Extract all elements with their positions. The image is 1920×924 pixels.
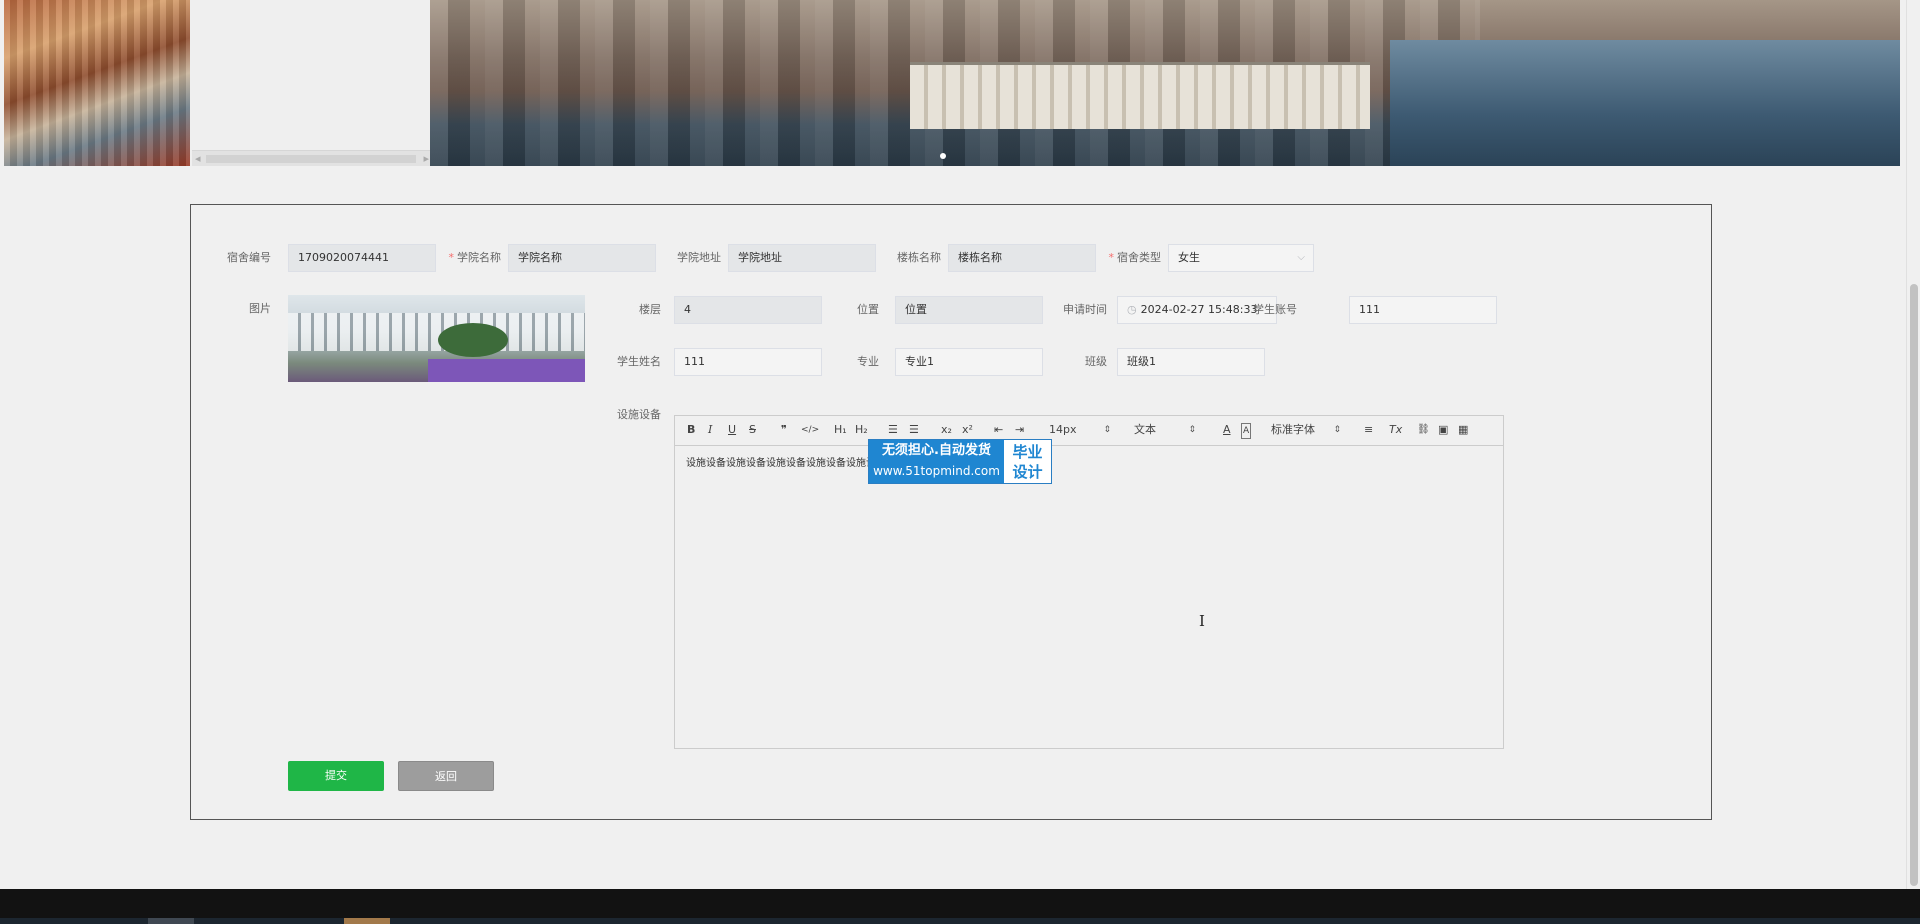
background-color-button[interactable]: A <box>1241 423 1252 439</box>
taskbar-item[interactable] <box>344 918 390 924</box>
link-button[interactable]: ⛓ <box>1417 423 1430 437</box>
floor-field[interactable]: 4 <box>674 296 822 324</box>
student-account-field[interactable]: 111 <box>1349 296 1497 324</box>
watermark-badge: 无须担心.自动发货 www.51topmind.com 毕业 设计 <box>868 439 1052 484</box>
updown-icon: ⇕ <box>1188 425 1196 435</box>
superscript-button[interactable]: x² <box>962 423 973 437</box>
location-label: 位置 <box>857 303 879 316</box>
page-scrollbar[interactable] <box>1906 0 1920 889</box>
video-button[interactable]: ▦ <box>1458 423 1468 437</box>
class-label: 班级 <box>1085 355 1107 368</box>
bullet-list-button[interactable]: ☰ <box>909 423 919 437</box>
facilities-label: 设施设备 <box>617 408 661 421</box>
os-taskbar <box>0 918 1920 924</box>
outdent-button[interactable]: ⇤ <box>994 423 1003 437</box>
picture-label: 图片 <box>249 302 271 315</box>
banner-image-left <box>4 0 190 166</box>
rich-text-editor[interactable]: B I U S ❞ </> H₁ H₂ ☰ ☰ x₂ x² ⇤ ⇥ 14px ⇕ … <box>674 415 1504 749</box>
bold-button[interactable]: B <box>687 423 695 437</box>
font-family-select[interactable]: 标准字体 ⇕ <box>1271 423 1341 437</box>
updown-icon: ⇕ <box>1103 425 1111 435</box>
strike-button[interactable]: S <box>749 423 756 437</box>
page-scrollbar-thumb[interactable] <box>1910 284 1918 886</box>
dorm-type-select[interactable]: 女生 ⌵ <box>1168 244 1314 272</box>
font-color-button[interactable]: A <box>1223 423 1231 437</box>
student-name-field[interactable]: 111 <box>674 348 822 376</box>
college-address-label: 学院地址 <box>677 251 721 264</box>
location-field[interactable]: 位置 <box>895 296 1043 324</box>
text-cursor-icon: I <box>1199 612 1205 630</box>
major-field[interactable]: 专业1 <box>895 348 1043 376</box>
updown-icon: ⇕ <box>1333 425 1341 435</box>
quote-button[interactable]: ❞ <box>781 423 787 437</box>
major-label: 专业 <box>857 355 879 368</box>
h2-button[interactable]: H₂ <box>855 423 868 437</box>
class-field[interactable]: 班级1 <box>1117 348 1265 376</box>
dorm-no-field[interactable]: 1709020074441 <box>288 244 436 272</box>
clear-format-button[interactable]: Tx <box>1389 423 1402 437</box>
top-banner: ◂ ▸ <box>4 0 1900 166</box>
editor-toolbar: B I U S ❞ </> H₁ H₂ ☰ ☰ x₂ x² ⇤ ⇥ 14px ⇕ … <box>675 416 1503 446</box>
dorm-type-label: * 宿舍类型 <box>1108 251 1162 264</box>
back-button[interactable]: 返回 <box>398 761 494 791</box>
scroll-left-icon[interactable]: ◂ <box>195 152 201 165</box>
italic-button[interactable]: I <box>708 423 712 437</box>
scrollbar-thumb[interactable] <box>206 155 416 163</box>
text-format-select[interactable]: 文本 ⇕ <box>1134 423 1196 437</box>
font-size-select[interactable]: 14px ⇕ <box>1049 423 1111 437</box>
college-address-field[interactable]: 学院地址 <box>728 244 876 272</box>
banner-blank-panel <box>192 0 432 166</box>
apply-time-label: 申请时间 <box>1063 303 1107 316</box>
code-button[interactable]: </> <box>801 423 819 437</box>
dorm-picture[interactable] <box>288 295 585 382</box>
ordered-list-button[interactable]: ☰ <box>888 423 898 437</box>
dorm-form: 宿舍编号 1709020074441 * 学院名称 学院名称 学院地址 学院地址 … <box>190 204 1712 820</box>
submit-button[interactable]: 提交 <box>288 761 384 791</box>
floor-label: 楼层 <box>639 303 661 316</box>
dorm-no-label: 宿舍编号 <box>227 251 271 264</box>
clock-icon: ◷ <box>1127 303 1137 316</box>
h1-button[interactable]: H₁ <box>834 423 847 437</box>
scroll-right-icon[interactable]: ▸ <box>423 152 429 165</box>
banner-image-city <box>430 0 1900 166</box>
underline-button[interactable]: U <box>728 423 736 437</box>
student-account-label: 学生账号 <box>1253 303 1297 316</box>
building-name-field[interactable]: 楼栋名称 <box>948 244 1096 272</box>
college-name-field[interactable]: 学院名称 <box>508 244 656 272</box>
chevron-down-icon: ⌵ <box>1297 252 1305 263</box>
align-button[interactable]: ≡ <box>1364 423 1373 437</box>
indent-button[interactable]: ⇥ <box>1015 423 1024 437</box>
building-name-label: 楼栋名称 <box>897 251 941 264</box>
carousel-indicator[interactable] <box>940 153 946 159</box>
banner-horizontal-scrollbar[interactable]: ◂ ▸ <box>192 150 432 166</box>
taskbar-item[interactable] <box>148 918 194 924</box>
student-name-label: 学生姓名 <box>617 355 661 368</box>
subscript-button[interactable]: x₂ <box>941 423 952 437</box>
college-name-label: * 学院名称 <box>448 251 502 264</box>
image-button[interactable]: ▣ <box>1438 423 1448 437</box>
